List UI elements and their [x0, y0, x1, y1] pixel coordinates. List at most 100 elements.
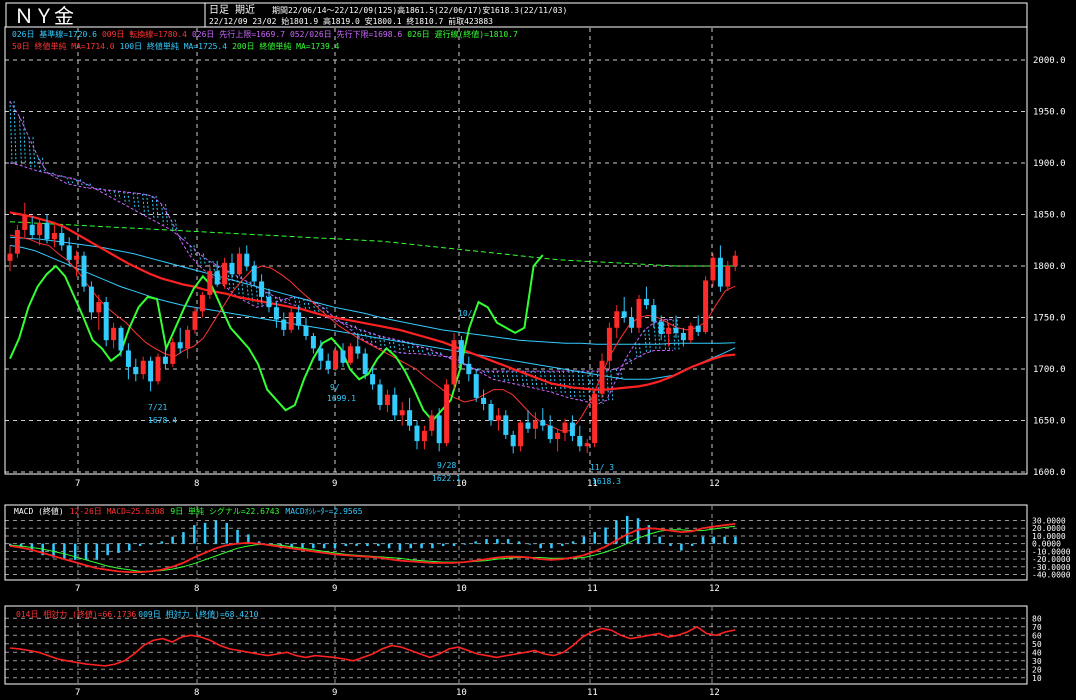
candle-body: [503, 415, 509, 435]
rsi-date-label: 10: [456, 688, 467, 698]
candle-body: [555, 432, 561, 440]
legend-entry: 026日 先行上限=1669.7: [192, 29, 285, 39]
candle-body: [81, 255, 87, 287]
candle-body: [44, 222, 50, 240]
legend-entry: 200日 終値単純 MA=1739.4: [232, 41, 340, 51]
macd-histogram-bar: [344, 543, 348, 546]
candle-body: [688, 325, 694, 341]
legend-moving-averages: 50日 終値単純 MA=1714.0 100日 終値単純 MA=1725.4 200…: [12, 41, 340, 51]
macd-histogram-bar: [701, 536, 705, 544]
candle-body: [407, 410, 413, 426]
candle-body: [717, 257, 723, 287]
macd-histogram-bar: [712, 536, 716, 544]
annotation-date: 9/28: [437, 461, 456, 470]
candle-body: [96, 302, 102, 313]
legend-entry: 50日 終値単純 MA=1714.0: [12, 41, 115, 51]
candle-body: [606, 327, 612, 361]
candle-body: [229, 262, 235, 275]
candle-body: [473, 374, 479, 398]
macd-histogram-bar: [160, 541, 164, 544]
candle-body: [518, 422, 524, 447]
candle-body: [592, 393, 598, 444]
legend-entry: 12-26日 MACD=25.6308: [70, 507, 165, 516]
macd-date-label: 9: [332, 584, 337, 594]
candle-body: [103, 302, 109, 341]
macd-histogram-bar: [193, 525, 196, 544]
candle-body: [377, 384, 383, 406]
ohlc-info: 22/12/09 23/02 始1801.9 高1819.0 安1800.1 終…: [209, 16, 493, 26]
candle-body: [725, 266, 731, 287]
candle-body: [222, 262, 228, 285]
candle-body: [236, 253, 242, 275]
candle-body: [466, 363, 472, 375]
candle-body: [392, 394, 398, 416]
candle-body: [703, 280, 709, 332]
macd-histogram-bar: [582, 536, 586, 544]
macd-histogram-bar: [517, 541, 521, 544]
candle-body: [162, 356, 168, 364]
candle-body: [118, 327, 124, 351]
candle-body: [288, 312, 294, 330]
macd-histogram-bar: [690, 543, 694, 546]
chart-title: ＮＹ金: [14, 4, 74, 28]
annotation-value: 1678.4: [148, 416, 177, 425]
candle-body: [29, 224, 35, 236]
macd-histogram-bar: [63, 543, 66, 560]
candle-body: [429, 415, 435, 431]
macd-histogram-bar: [680, 543, 683, 551]
macd-histogram-bar: [561, 543, 564, 546]
macd-histogram-bar: [203, 522, 207, 544]
macd-histogram-bar: [182, 532, 185, 544]
macd-date-label: 8: [194, 584, 199, 594]
candle-body: [488, 404, 494, 421]
candle-body: [577, 435, 583, 447]
legend-entry: 014日 相対力 (終値)=66.1736: [16, 609, 136, 619]
annotation-date: 10/: [458, 309, 473, 318]
rsi-date-label: 12: [709, 688, 720, 698]
candle-body: [547, 425, 553, 440]
candle-body: [680, 332, 686, 341]
macd-histogram-bar: [571, 541, 575, 544]
legend-entry: 100日 終値単純 MA=1725.4: [120, 41, 228, 51]
price-tick-label: 1750.0: [1033, 314, 1066, 324]
date-tick-label: 9: [332, 479, 337, 489]
candle-body: [481, 397, 487, 405]
candle-body: [251, 266, 257, 282]
macd-histogram-bar: [95, 543, 99, 560]
candle-body: [540, 420, 546, 426]
candle-body: [207, 271, 213, 295]
macd-histogram-bar: [366, 543, 369, 546]
candle-body: [340, 350, 346, 363]
candle-body: [636, 298, 642, 328]
price-tick-label: 2000.0: [1033, 56, 1066, 66]
macd-histogram-bar: [723, 536, 726, 544]
macd-date-label: 11: [587, 584, 598, 594]
candle-body: [384, 394, 390, 406]
candle-body: [281, 319, 287, 330]
candle-body: [458, 340, 464, 364]
candle-body: [266, 296, 272, 308]
annotation-value: 1622.1: [432, 474, 461, 483]
macd-histogram-bar: [550, 543, 553, 549]
macd-histogram-bar: [398, 543, 402, 551]
candle-body: [273, 307, 279, 320]
candle-body: [444, 384, 450, 444]
candle-body: [584, 443, 590, 447]
macd-date-label: 7: [75, 584, 80, 594]
candle-body: [562, 422, 568, 433]
macd-histogram-bar: [669, 543, 672, 546]
macd-histogram-bar: [333, 543, 337, 549]
macd-histogram-bar: [409, 543, 412, 549]
rsi-date-label: 11: [587, 688, 598, 698]
macd-histogram-bar: [441, 543, 445, 546]
candle-body: [125, 350, 131, 367]
legend-entry: MACDｵｼﾚｰﾀｰ=2.9565: [285, 507, 362, 516]
macd-histogram-bar: [452, 543, 456, 546]
candle-body: [621, 311, 627, 318]
candle-body: [22, 214, 28, 230]
candle-body: [414, 425, 420, 442]
candle-body: [140, 360, 146, 375]
legend-ichimoku: 026日 基準線=1720.6 009日 転換線=1780.4 026日 先行上限=…: [12, 29, 518, 39]
candle-body: [325, 360, 331, 369]
candle-body: [532, 420, 538, 429]
